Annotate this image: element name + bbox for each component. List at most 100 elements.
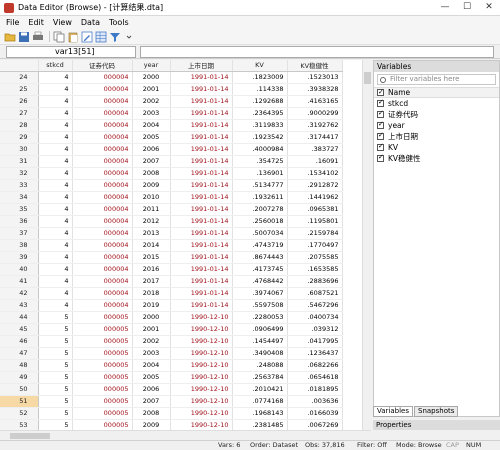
cell-year[interactable]: 2009 bbox=[132, 419, 171, 430]
cell-kv[interactable]: .2280053 bbox=[232, 311, 288, 324]
table-row[interactable]: 41 4 000004 2017 1991-01-14.4768442.2883696 bbox=[0, 275, 343, 288]
cell-security-code[interactable]: 000005 bbox=[72, 359, 133, 372]
variable-item[interactable]: KV稳健性 bbox=[374, 153, 499, 164]
row-number[interactable]: 37 bbox=[0, 227, 39, 240]
tab-variables[interactable]: Variables bbox=[373, 406, 413, 417]
copy-icon[interactable] bbox=[53, 31, 65, 43]
cell-kv-robust[interactable]: .039312 bbox=[287, 323, 343, 336]
table-row[interactable]: 33 4 000004 2009 1991-01-14.5134777.2912872 bbox=[0, 179, 343, 192]
cell-stkcd[interactable]: 5 bbox=[38, 323, 73, 336]
cell-listing-date[interactable]: 1991-01-14 bbox=[170, 263, 233, 276]
row-number[interactable]: 47 bbox=[0, 347, 39, 360]
cell-stkcd[interactable]: 5 bbox=[38, 419, 73, 430]
cell-security-code[interactable]: 000005 bbox=[72, 347, 133, 360]
cell-stkcd[interactable]: 5 bbox=[38, 347, 73, 360]
variable-checkbox[interactable] bbox=[377, 109, 384, 118]
row-number[interactable]: 48 bbox=[0, 359, 39, 372]
cell-security-code[interactable]: 000004 bbox=[72, 167, 133, 180]
cell-security-code[interactable]: 000004 bbox=[72, 143, 133, 156]
cell-stkcd[interactable]: 5 bbox=[38, 371, 73, 384]
cell-kv[interactable]: .2007278 bbox=[232, 203, 288, 216]
cell-year[interactable]: 2014 bbox=[132, 239, 171, 252]
cell-kv[interactable]: .0906499 bbox=[232, 323, 288, 336]
row-number[interactable]: 24 bbox=[0, 71, 39, 84]
table-row[interactable]: 30 4 000004 2006 1991-01-14.4000984.383727 bbox=[0, 143, 343, 156]
cell-security-code[interactable]: 000005 bbox=[72, 383, 133, 396]
cell-kv-robust[interactable]: .1441962 bbox=[287, 191, 343, 204]
cell-year[interactable]: 2018 bbox=[132, 287, 171, 300]
cell-year[interactable]: 2011 bbox=[132, 203, 171, 216]
row-number[interactable]: 28 bbox=[0, 119, 39, 132]
table-row[interactable]: 26 4 000004 2002 1991-01-14.1292688.4163165 bbox=[0, 95, 343, 108]
cell-security-code[interactable]: 000004 bbox=[72, 155, 133, 168]
cell-kv-robust[interactable]: .1236437 bbox=[287, 347, 343, 360]
cell-listing-date[interactable]: 1991-01-14 bbox=[170, 95, 233, 108]
data-editor-edit-icon[interactable] bbox=[81, 31, 93, 43]
cell-stkcd[interactable]: 4 bbox=[38, 119, 73, 132]
cell-kv-robust[interactable]: .2075585 bbox=[287, 251, 343, 264]
cell-kv[interactable]: .2364395 bbox=[232, 107, 288, 120]
open-folder-icon[interactable] bbox=[4, 31, 16, 43]
cell-kv[interactable]: .1932611 bbox=[232, 191, 288, 204]
cell-security-code[interactable]: 000005 bbox=[72, 323, 133, 336]
column-header[interactable]: KV稳健性 bbox=[287, 60, 343, 72]
table-row[interactable]: 39 4 000004 2015 1991-01-14.8674443.2075585 bbox=[0, 251, 343, 264]
table-row[interactable]: 36 4 000004 2012 1991-01-14.2560018.1195801 bbox=[0, 215, 343, 228]
cell-kv-robust[interactable]: .3938328 bbox=[287, 83, 343, 96]
table-row[interactable]: 46 5 000005 2002 1990-12-10.1454497.0417995 bbox=[0, 335, 343, 348]
cell-stkcd[interactable]: 4 bbox=[38, 215, 73, 228]
cell-kv[interactable]: .3119833 bbox=[232, 119, 288, 132]
cell-listing-date[interactable]: 1991-01-14 bbox=[170, 131, 233, 144]
variable-checkbox[interactable] bbox=[377, 98, 384, 107]
variable-item[interactable]: 证券代码 bbox=[374, 109, 499, 120]
tab-snapshots[interactable]: Snapshots bbox=[414, 406, 459, 417]
cell-listing-date[interactable]: 1991-01-14 bbox=[170, 155, 233, 168]
cell-listing-date[interactable]: 1991-01-14 bbox=[170, 143, 233, 156]
table-row[interactable]: 45 5 000005 2001 1990-12-10.0906499.039312 bbox=[0, 323, 343, 336]
cell-stkcd[interactable]: 4 bbox=[38, 239, 73, 252]
save-icon[interactable] bbox=[18, 31, 30, 43]
cell-kv-robust[interactable]: .2883696 bbox=[287, 275, 343, 288]
cell-stkcd[interactable]: 5 bbox=[38, 407, 73, 420]
menu-data[interactable]: Data bbox=[81, 18, 100, 27]
row-number[interactable]: 50 bbox=[0, 383, 39, 396]
cell-year[interactable]: 2007 bbox=[132, 155, 171, 168]
cell-year[interactable]: 2002 bbox=[132, 335, 171, 348]
cell-kv-robust[interactable]: .1534102 bbox=[287, 167, 343, 180]
cell-kv-robust[interactable]: .0400734 bbox=[287, 311, 343, 324]
minimize-button[interactable]: — bbox=[434, 0, 456, 16]
cell-listing-date[interactable]: 1991-01-14 bbox=[170, 107, 233, 120]
row-number[interactable]: 40 bbox=[0, 263, 39, 276]
row-number[interactable]: 35 bbox=[0, 203, 39, 216]
menu-file[interactable]: File bbox=[6, 18, 19, 27]
cell-security-code[interactable]: 000004 bbox=[72, 239, 133, 252]
cell-year[interactable]: 2004 bbox=[132, 119, 171, 132]
cell-stkcd[interactable]: 4 bbox=[38, 167, 73, 180]
scroll-thumb[interactable] bbox=[364, 72, 371, 84]
filter-icon[interactable] bbox=[109, 31, 121, 43]
cell-listing-date[interactable]: 1990-12-10 bbox=[170, 347, 233, 360]
cell-year[interactable]: 2000 bbox=[132, 311, 171, 324]
row-number[interactable]: 29 bbox=[0, 131, 39, 144]
column-header[interactable]: stkcd bbox=[38, 60, 73, 72]
cell-kv-robust[interactable]: .0181895 bbox=[287, 383, 343, 396]
cell-kv[interactable]: .2563784 bbox=[232, 371, 288, 384]
menu-edit[interactable]: Edit bbox=[28, 18, 44, 27]
cell-kv[interactable]: .5597508 bbox=[232, 299, 288, 312]
cell-kv-robust[interactable]: .4163165 bbox=[287, 95, 343, 108]
row-number[interactable]: 43 bbox=[0, 299, 39, 312]
cell-kv[interactable]: .4768442 bbox=[232, 275, 288, 288]
paste-icon[interactable] bbox=[67, 31, 79, 43]
cell-kv-robust[interactable]: .3174417 bbox=[287, 131, 343, 144]
cell-listing-date[interactable]: 1990-12-10 bbox=[170, 395, 233, 408]
cell-stkcd[interactable]: 5 bbox=[38, 335, 73, 348]
cell-listing-date[interactable]: 1990-12-10 bbox=[170, 371, 233, 384]
cell-kv[interactable]: .136901 bbox=[232, 167, 288, 180]
column-header[interactable]: 上市日期 bbox=[170, 60, 233, 72]
cell-stkcd[interactable]: 4 bbox=[38, 95, 73, 108]
table-row[interactable]: 52 5 000005 2008 1990-12-10.1968143.0166039 bbox=[0, 407, 343, 420]
table-row[interactable]: 28 4 000004 2004 1991-01-14.3119833.3192762 bbox=[0, 119, 343, 132]
row-number[interactable]: 44 bbox=[0, 311, 39, 324]
cell-kv[interactable]: .1454497 bbox=[232, 335, 288, 348]
cell-year[interactable]: 2003 bbox=[132, 347, 171, 360]
